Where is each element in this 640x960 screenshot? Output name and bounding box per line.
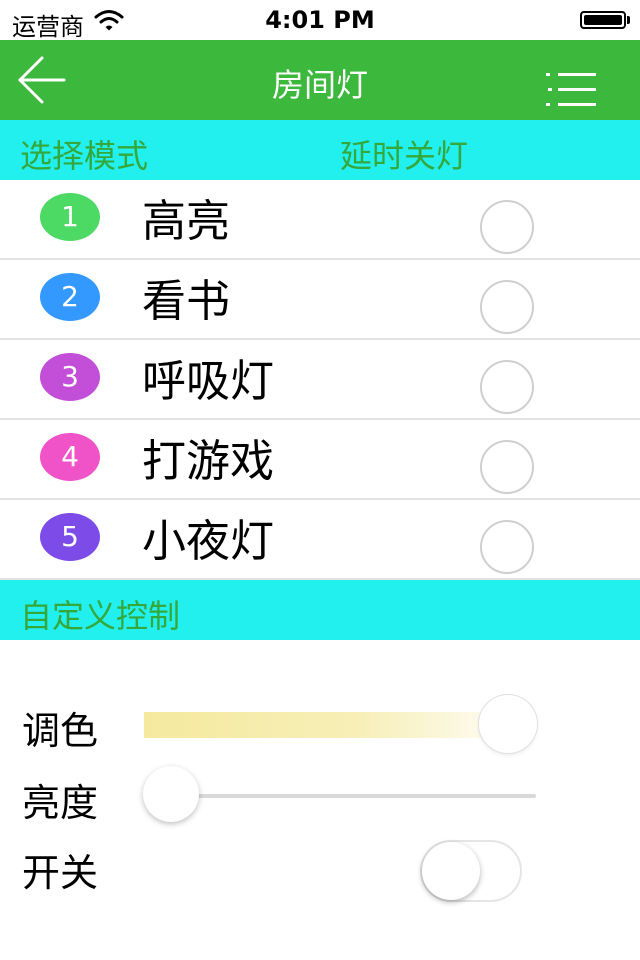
power-toggle[interactable] bbox=[420, 840, 522, 902]
mode-row-5[interactable]: 5 小夜灯 bbox=[0, 500, 640, 580]
custom-section-label: 自定义控制 bbox=[20, 597, 181, 635]
nav-bar: 房间灯 bbox=[0, 40, 640, 120]
battery-tip bbox=[627, 16, 630, 24]
switch-label: 开关 bbox=[22, 851, 99, 895]
delay-off-radio[interactable] bbox=[480, 360, 534, 414]
brightness-slider-thumb[interactable] bbox=[143, 766, 199, 822]
mode-row-3[interactable]: 3 呼吸灯 bbox=[0, 340, 640, 420]
mode-label: 高亮 bbox=[142, 196, 230, 247]
delay-off-radio[interactable] bbox=[480, 440, 534, 494]
mode-number-badge: 1 bbox=[40, 193, 100, 241]
brightness-slider-track[interactable] bbox=[170, 794, 536, 798]
mode-section-label: 选择模式 bbox=[20, 137, 149, 175]
mode-label: 呼吸灯 bbox=[142, 356, 274, 407]
mode-row-2[interactable]: 2 看书 bbox=[0, 260, 640, 340]
delay-off-radio[interactable] bbox=[480, 520, 534, 574]
delay-off-label: 延时关灯 bbox=[340, 137, 469, 175]
color-label: 调色 bbox=[22, 709, 99, 753]
mode-number-badge: 2 bbox=[40, 273, 100, 321]
mode-number-badge: 5 bbox=[40, 513, 100, 561]
custom-section-header: 自定义控制 bbox=[0, 580, 640, 640]
mode-section-header: 选择模式 延时关灯 bbox=[0, 120, 640, 180]
mode-label: 打游戏 bbox=[142, 436, 274, 487]
status-bar: 运营商 4:01 PM bbox=[0, 0, 640, 41]
brightness-label: 亮度 bbox=[22, 781, 99, 825]
mode-row-4[interactable]: 4 打游戏 bbox=[0, 420, 640, 500]
toggle-knob[interactable] bbox=[422, 842, 480, 900]
mode-number-badge: 3 bbox=[40, 353, 100, 401]
mode-row-1[interactable]: 1 高亮 bbox=[0, 180, 640, 260]
color-slider-thumb[interactable] bbox=[478, 694, 538, 754]
clock: 4:01 PM bbox=[265, 6, 375, 34]
battery-icon bbox=[580, 11, 626, 29]
list-menu-icon bbox=[546, 73, 596, 106]
mode-label: 看书 bbox=[142, 276, 230, 327]
mode-label: 小夜灯 bbox=[142, 516, 274, 567]
delay-off-radio[interactable] bbox=[480, 280, 534, 334]
menu-button[interactable] bbox=[544, 70, 598, 110]
mode-number-badge: 4 bbox=[40, 433, 100, 481]
delay-off-radio[interactable] bbox=[480, 200, 534, 254]
